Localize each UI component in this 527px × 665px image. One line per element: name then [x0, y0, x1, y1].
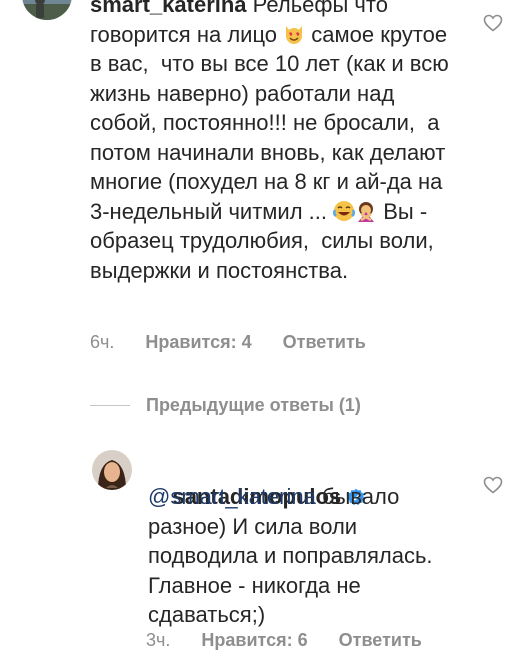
reply-reply-button[interactable]: Ответить [339, 630, 422, 650]
reply-like-heart-icon[interactable] [483, 476, 503, 494]
tears-of-joy-emoji [333, 200, 356, 222]
reply-likes-count-button[interactable]: Нравится: 6 [201, 630, 307, 650]
reply-button[interactable]: Ответить [283, 332, 366, 352]
avatar-santadimopulos[interactable] [92, 450, 132, 490]
avatar-smart-katerina[interactable] [22, 0, 72, 20]
like-heart-icon[interactable] [483, 14, 503, 32]
mention-link[interactable]: @smart_katerina [148, 484, 316, 509]
reply-meta: 3ч. Нравится: 6 Ответить [146, 630, 448, 651]
comment-time: 6ч. [90, 332, 115, 352]
heart-eyes-cat-emoji [283, 23, 305, 45]
comment-text: smart_katerina Рельефы что говорится на … [90, 0, 450, 285]
reply-time: 3ч. [146, 630, 171, 650]
replies-divider [90, 404, 130, 406]
comment-meta: 6ч. Нравится: 4 Ответить [90, 332, 392, 353]
previous-replies-toggle[interactable]: Предыдущие ответы (1) [90, 392, 361, 418]
likes-count-button[interactable]: Нравится: 4 [145, 332, 251, 352]
reply-text: @smart_katerina бывало разное) И сила во… [148, 484, 439, 627]
comment-username[interactable]: smart_katerina [90, 0, 247, 17]
person-gesturing-no-emoji [355, 200, 377, 222]
previous-replies-label[interactable]: Предыдущие ответы (1) [146, 395, 361, 416]
